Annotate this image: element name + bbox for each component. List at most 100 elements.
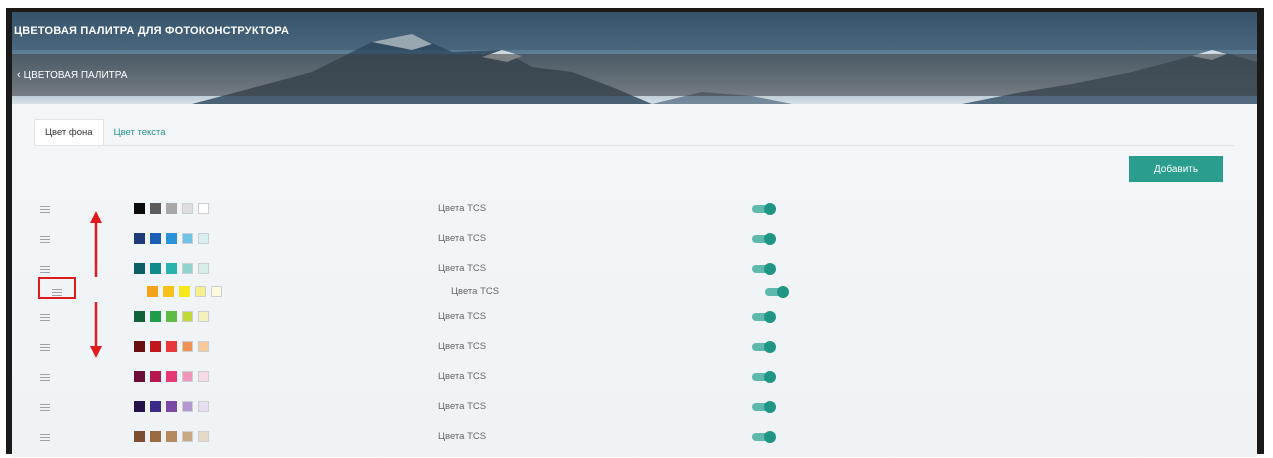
drag-handle-line — [40, 269, 50, 270]
palette-row[interactable]: Цвета TCS — [12, 200, 1257, 220]
tab-text-color[interactable]: Цвет текста — [104, 120, 176, 145]
color-swatch — [182, 371, 193, 382]
color-swatches — [134, 233, 209, 244]
drag-handle-icon[interactable] — [40, 344, 50, 351]
color-swatch — [182, 401, 193, 412]
add-button[interactable]: Добавить — [1129, 156, 1223, 182]
color-swatch — [166, 401, 177, 412]
color-swatch — [150, 401, 161, 412]
color-swatch — [198, 431, 209, 442]
drag-handle-icon[interactable] — [40, 434, 50, 441]
drag-handle-line — [40, 434, 50, 435]
color-swatches — [147, 286, 222, 297]
drag-handle-icon[interactable] — [40, 266, 50, 273]
color-swatches — [134, 401, 209, 412]
drag-handle-line — [40, 239, 50, 240]
color-swatch — [166, 311, 177, 322]
palette-row[interactable]: Цвета TCS — [12, 338, 1257, 358]
color-swatches — [134, 311, 209, 322]
color-swatch — [150, 233, 161, 244]
toggle-knob — [764, 233, 776, 245]
drag-handle-line — [40, 410, 50, 411]
drag-handle-line — [40, 380, 50, 381]
color-swatch — [195, 286, 206, 297]
color-swatch — [134, 233, 145, 244]
palette-row[interactable]: Цвета TCS — [12, 260, 1257, 280]
color-swatch — [166, 233, 177, 244]
app-title: ЦВЕТОВАЯ ПАЛИТРА ДЛЯ ФОТОКОНСТРУКТОРА — [14, 25, 290, 37]
color-swatch — [150, 203, 161, 214]
chevron-left-icon: ‹ — [17, 69, 21, 81]
color-swatches — [134, 263, 209, 274]
drag-handle-icon[interactable] — [40, 374, 50, 381]
color-swatch — [182, 311, 193, 322]
toggle-knob — [764, 311, 776, 323]
palette-toggle[interactable] — [752, 431, 776, 443]
toggle-knob — [764, 431, 776, 443]
color-swatch — [134, 371, 145, 382]
color-swatch — [166, 341, 177, 352]
color-swatch — [150, 341, 161, 352]
color-swatch — [198, 311, 209, 322]
color-swatch — [166, 203, 177, 214]
palette-row[interactable]: Цвета TCS — [12, 428, 1257, 448]
toggle-knob — [777, 286, 789, 298]
palette-row-dragging[interactable]: Цвета TCS — [12, 283, 1257, 303]
color-swatch — [134, 401, 145, 412]
palette-row[interactable]: Цвета TCS — [12, 230, 1257, 250]
color-swatch — [198, 341, 209, 352]
palette-toggle[interactable] — [752, 371, 776, 383]
color-swatch — [166, 371, 177, 382]
color-swatches — [134, 203, 209, 214]
header-banner: ЦВЕТОВАЯ ПАЛИТРА ДЛЯ ФОТОКОНСТРУКТОРА ‹ … — [12, 12, 1257, 104]
drag-handle-line — [40, 347, 50, 348]
palette-row[interactable]: Цвета TCS — [12, 308, 1257, 328]
drag-handle-icon[interactable] — [40, 314, 50, 321]
color-swatch — [150, 431, 161, 442]
drag-handle-line — [40, 404, 50, 405]
color-swatch — [198, 401, 209, 412]
drag-handle-line — [40, 317, 50, 318]
palette-toggle[interactable] — [752, 203, 776, 215]
back-link[interactable]: ‹ ЦВЕТОВАЯ ПАЛИТРА — [17, 69, 127, 81]
palette-label: Цвета TCS — [438, 263, 487, 274]
drag-handle-line — [40, 266, 50, 267]
palette-toggle[interactable] — [752, 401, 776, 413]
color-swatches — [134, 431, 209, 442]
palette-row[interactable]: Цвета TCS — [12, 368, 1257, 388]
color-swatches — [134, 341, 209, 352]
palette-toggle[interactable] — [765, 286, 789, 298]
drag-handle-icon[interactable] — [40, 236, 50, 243]
tab-background-color[interactable]: Цвет фона — [34, 119, 104, 145]
palette-label: Цвета TCS — [438, 341, 487, 352]
drag-handle-line — [40, 206, 50, 207]
color-swatch — [134, 263, 145, 274]
palette-toggle[interactable] — [752, 311, 776, 323]
color-swatch — [179, 286, 190, 297]
app-window: ЦВЕТОВАЯ ПАЛИТРА ДЛЯ ФОТОКОНСТРУКТОРА ‹ … — [12, 12, 1257, 457]
drag-handle-line — [40, 272, 50, 273]
color-swatch — [163, 286, 174, 297]
palette-label: Цвета TCS — [438, 371, 487, 382]
color-swatches — [134, 371, 209, 382]
color-swatch — [134, 431, 145, 442]
color-swatch — [166, 263, 177, 274]
color-swatch — [134, 341, 145, 352]
drag-handle-icon[interactable] — [40, 206, 50, 213]
palette-toggle[interactable] — [752, 263, 776, 275]
palette-label: Цвета TCS — [438, 431, 487, 442]
drag-handle-line — [40, 437, 50, 438]
drag-handle-line — [40, 212, 50, 213]
color-swatch — [198, 203, 209, 214]
drag-handle-line — [40, 344, 50, 345]
drag-handle-line — [40, 440, 50, 441]
drag-handle-line — [40, 314, 50, 315]
palette-row[interactable]: Цвета TCS — [12, 398, 1257, 418]
drag-handle-line — [40, 374, 50, 375]
toggle-knob — [764, 203, 776, 215]
palette-toggle[interactable] — [752, 233, 776, 245]
palette-toggle[interactable] — [752, 341, 776, 353]
color-swatch — [198, 233, 209, 244]
palette-label: Цвета TCS — [438, 401, 487, 412]
drag-handle-icon[interactable] — [40, 404, 50, 411]
